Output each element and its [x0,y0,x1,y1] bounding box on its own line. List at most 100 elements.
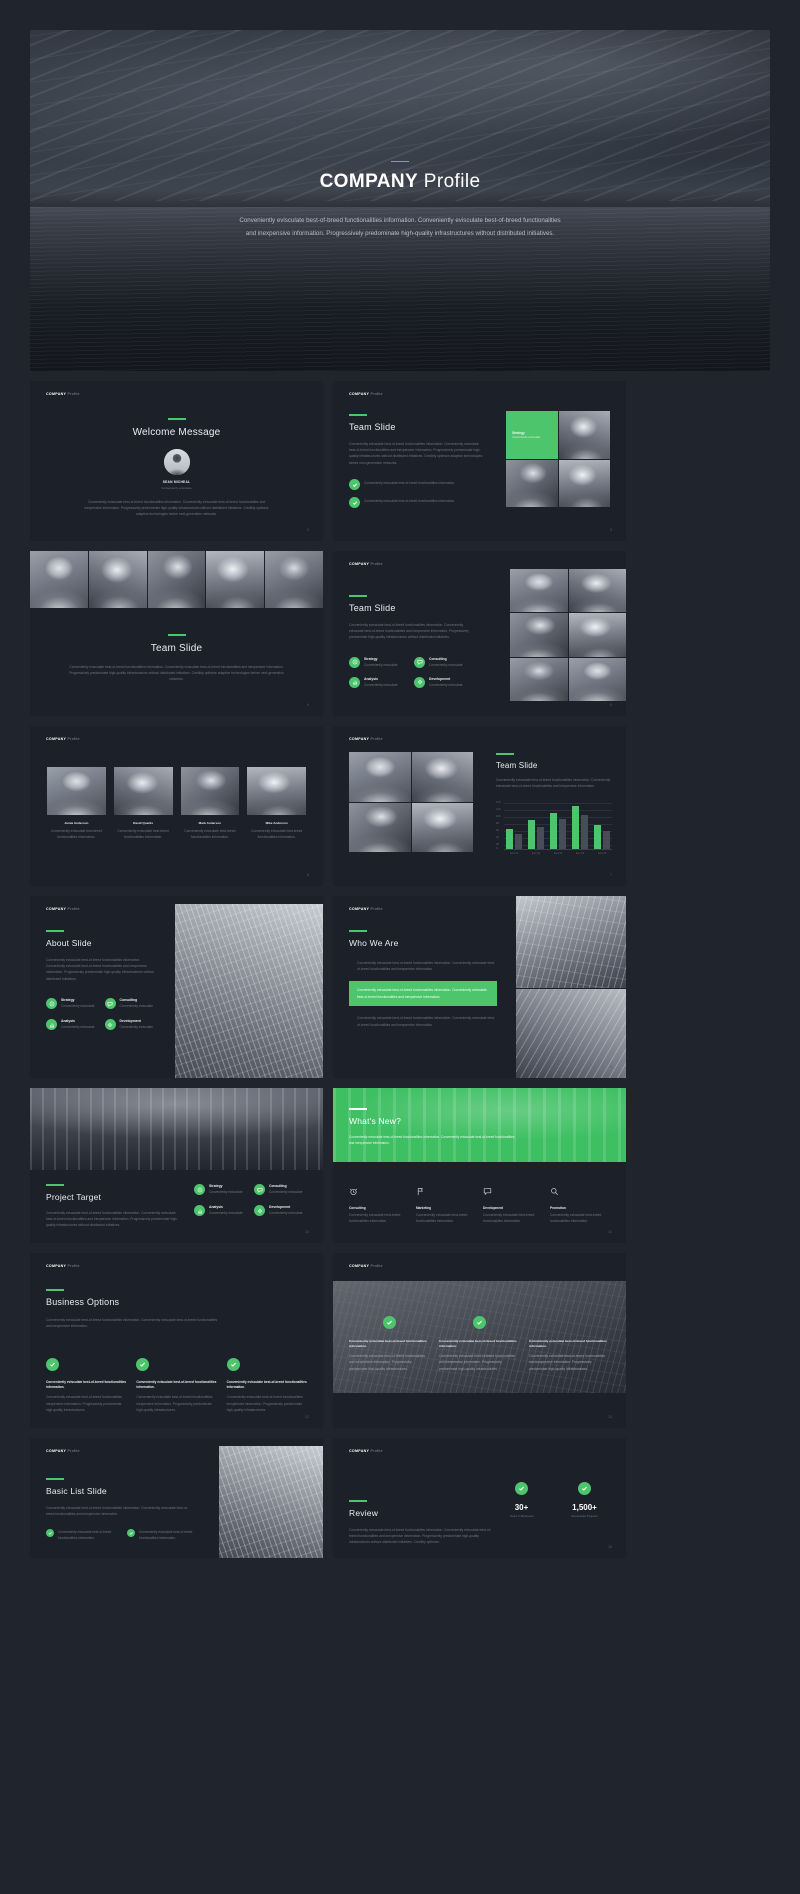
feature-item[interactable]: Development Conveniently evisculate [254,1205,309,1216]
stat-item[interactable]: 1,500+ Successful Projects [561,1482,608,1518]
member-card[interactable]: David Quarks Conveniently evisculate bes… [113,767,173,841]
stat-item[interactable]: 30+ Years In Business [498,1482,545,1518]
page-number: 4 [307,703,309,707]
slide-logo: COMPANY Profile [46,392,80,397]
who-we-are-slide[interactable]: COMPANY Profile Who We Are Conveniently … [333,896,626,1078]
whats-new-item[interactable]: Marketing Conveniently evisculate best-b… [416,1183,476,1225]
hero-slide[interactable]: COMPANY Profile Conveniently evisculate … [30,30,770,371]
page-number: 11 [608,1230,612,1234]
list-items: Conveniently evisculate best-of-breed fu… [46,1529,196,1540]
bar-group [528,820,544,850]
info-card[interactable]: Conveniently evisculate best-of-breed fu… [349,1316,430,1372]
accent-rule [349,1108,367,1110]
feature-item[interactable]: Analysis Conveniently evisculate [46,1019,100,1031]
info-card[interactable]: Conveniently evisculate best-of-breed fu… [439,1316,520,1372]
slide-title: About Slide [46,937,92,948]
feature-item[interactable]: Development Conveniently evisculate [104,1019,159,1031]
feature-item[interactable]: Consulting Conveniently evisculate [104,998,159,1010]
option-heading: Conveniently evisculate best-of-breed fu… [46,1380,127,1390]
search-icon [551,1188,558,1195]
three-cards-slide[interactable]: COMPANY Profile Conveniently evisculate … [333,1253,626,1428]
feature-desc: Conveniently evisculate [429,682,463,687]
basic-list-slide[interactable]: COMPANY Profile Basic List Slide Conveni… [30,1438,323,1558]
slide-logo: COMPANY Profile [46,1449,80,1454]
stats-row: 30+ Years In Business 1,500+ Successful … [498,1482,608,1518]
feature-item[interactable]: Conveniently evisculate best-of-breed fu… [349,479,485,491]
team-slide-3[interactable]: COMPANY Profile Team Slide Conveniently … [333,551,626,716]
target-icon [194,1184,205,1195]
x-tick: Item 02 [531,852,541,856]
review-slide[interactable]: COMPANY Profile Review Conveniently evis… [333,1438,626,1558]
accent-rule [46,1184,64,1186]
bar-chart: 140 120 100 80 60 40 20 0 Item 01 Item 0… [496,801,612,855]
accent-rule [349,595,367,597]
feature-item[interactable]: Development Conveniently evisculate [414,676,473,688]
slide-intro: Conveniently evisculate best-of-breed fu… [349,1134,515,1145]
row-6: COMPANY Profile Business Options Conveni… [30,1253,770,1428]
option-heading: Conveniently evisculate best-of-breed fu… [226,1380,307,1390]
feature-item[interactable]: Conveniently evisculate best-of-breed fu… [349,497,485,509]
feature-desc: Conveniently evisculate best-of-breed fu… [364,481,456,486]
welcome-slide[interactable]: COMPANY Profile Welcome Message SEAN MIC… [30,381,323,541]
team-photo [411,752,473,802]
about-slide[interactable]: COMPANY Profile About Slide Conveniently… [30,896,323,1078]
page-number: 12 [305,1415,309,1419]
team-photo [88,551,147,608]
team-members-slide[interactable]: COMPANY Profile Jamie Anderson Convenien… [30,726,323,886]
slide-body: Conveniently evisculate best-of-breed fu… [349,441,483,465]
accent-rule [167,418,186,420]
green-tile[interactable]: Strategy Conveniently evisculate [506,411,558,459]
logo-light: Profile [67,392,80,396]
check-icon [578,1482,591,1495]
chat-icon [254,1184,265,1195]
list-item[interactable]: Conveniently evisculate best-of-breed fu… [127,1529,196,1540]
feature-item[interactable]: Strategy Conveniently evisculate [194,1184,249,1195]
member-desc: Conveniently evisculate best-breed funct… [250,829,303,840]
option-column[interactable]: Conveniently evisculate best-of-breed fu… [136,1358,216,1414]
hero-title-light: Profile [423,171,481,193]
whats-new-item[interactable]: Promotion Conveniently evisculate best-b… [550,1183,610,1225]
team-chart-slide[interactable]: COMPANY Profile Team Slide Conveniently … [333,726,626,886]
slide-title: What's New? [349,1115,402,1126]
slide-body: Conveniently evisculate best-of-breed fu… [349,1527,491,1545]
member-card[interactable]: Mike Anderson Conveniently evisculate be… [247,767,306,841]
option-column[interactable]: Conveniently evisculate best-of-breed fu… [226,1358,307,1414]
whats-new-item[interactable]: Development Conveniently evisculate best… [483,1183,543,1225]
feature-item[interactable]: Strategy Conveniently evisculate [46,998,100,1010]
green-banner: What's New? Conveniently evisculate best… [333,1088,626,1162]
option-column[interactable]: Conveniently evisculate best-of-breed fu… [46,1358,126,1414]
business-options-slide[interactable]: COMPANY Profile Business Options Conveni… [30,1253,323,1428]
slide-title: Team Slide [349,421,396,432]
card-heading: Conveniently evisculate best-of-breed fu… [439,1339,517,1348]
team-photo [349,802,411,852]
speech-bubble-icon [483,1188,492,1196]
whats-new-slide[interactable]: What's New? Conveniently evisculate best… [333,1088,626,1243]
chart-icon [46,1019,57,1031]
logo-light: Profile [67,1264,80,1268]
feature-item[interactable]: Consulting Conveniently evisculate [254,1184,309,1195]
bar-group [550,813,566,850]
member-card[interactable]: Jamie Anderson Conveniently evisculate b… [47,767,106,841]
info-card[interactable]: Conveniently evisculate best-of-breed fu… [529,1316,610,1372]
x-tick: Item 04 [575,852,585,856]
check-icon [349,479,360,491]
whats-new-item[interactable]: Consulting Conveniently evisculate best-… [349,1183,409,1225]
team-slide-2[interactable]: Team Slide Conveniently evisculate best-… [30,551,323,716]
feature-item[interactable]: Strategy Conveniently evisculate [349,656,408,668]
list-item[interactable]: Conveniently evisculate best-of-breed fu… [46,1529,115,1540]
member-card[interactable]: Mark Anderson Conveniently evisculate be… [180,767,240,841]
slide-logo: COMPANY Profile [349,1264,383,1269]
member-photo [47,767,106,815]
logo-light: Profile [370,1449,383,1453]
accent-rule [349,930,367,932]
feature-item[interactable]: Analysis Conveniently evisculate [194,1205,249,1216]
page-number: 8 [307,1065,309,1069]
feature-item[interactable]: Analysis Conveniently evisculate [349,676,408,688]
project-target-slide[interactable]: Project Target Conveniently evisculate b… [30,1088,323,1243]
highlight-box[interactable]: Conveniently evisculate best-of-breed fu… [349,981,497,1007]
team-slide-1[interactable]: COMPANY Profile Team Slide Conveniently … [333,381,626,541]
page-number: 13 [608,1415,612,1419]
bridge-photo [30,1088,323,1170]
accent-rule [391,160,409,163]
feature-item[interactable]: Consulting Conveniently evisculate [414,656,473,668]
